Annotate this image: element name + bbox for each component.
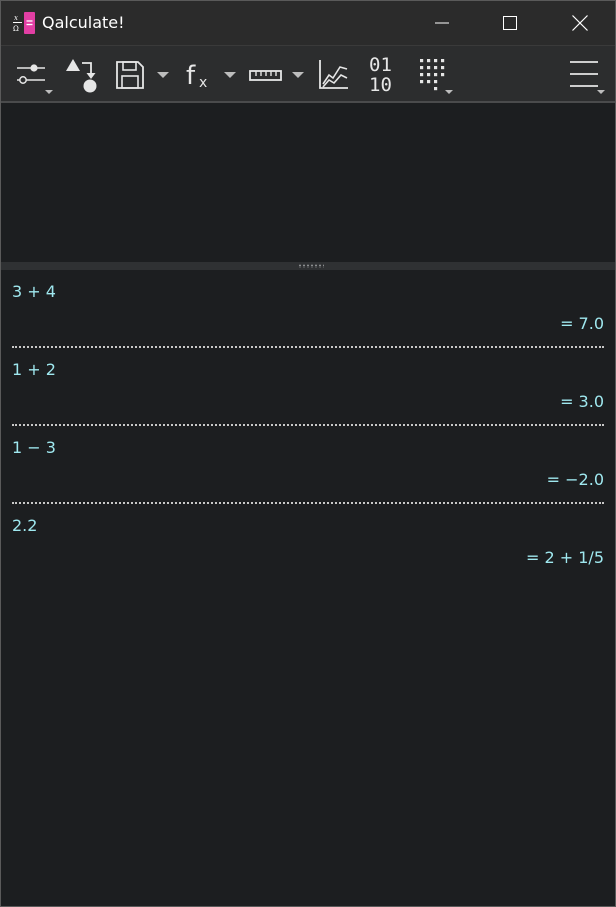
mode-menu-button[interactable] (13, 54, 55, 94)
history-result[interactable]: = 3.0 (560, 392, 604, 412)
qalculate-window: x Ω Qalculate! f x 01 10 3 + 4 = 7.0 1 +… (0, 0, 616, 907)
maximize-button[interactable] (487, 1, 533, 45)
hamburger-menu-icon (570, 61, 605, 94)
title-bar[interactable]: x Ω Qalculate! (1, 1, 615, 45)
history-entry[interactable]: 1 − 3 = −2.0 (1, 426, 615, 504)
history-entry[interactable]: 2.2 = 2 + 1∕5 (1, 504, 615, 582)
units-ruler-icon (249, 70, 304, 81)
svg-text:f: f (186, 61, 196, 91)
svg-text:Ω: Ω (13, 25, 19, 33)
minimize-icon (435, 22, 449, 24)
history-entry[interactable]: 3 + 4 = 7.0 (1, 270, 615, 348)
plot-icon (319, 60, 348, 89)
mode-sliders-icon (17, 64, 53, 94)
close-icon (572, 15, 588, 31)
number-bases-icon: 01 10 (369, 54, 392, 94)
history-result[interactable]: = 7.0 (560, 314, 604, 334)
close-button[interactable] (557, 1, 603, 45)
svg-text:x: x (199, 75, 207, 91)
minimize-button[interactable] (419, 1, 465, 45)
keypad-button[interactable] (417, 54, 457, 94)
pane-splitter[interactable] (1, 262, 615, 270)
history-expression[interactable]: 1 + 2 (12, 360, 56, 380)
splitter-grip-icon (298, 264, 324, 268)
qalculate-app-icon: x Ω (12, 11, 36, 35)
history-result[interactable]: = 2 + 1∕5 (526, 548, 604, 568)
main-menu-button[interactable] (567, 54, 609, 94)
save-icon (116, 61, 169, 89)
history-entry[interactable]: 1 + 2 = 3.0 (1, 348, 615, 426)
number-bases-bottom-label: 10 (369, 74, 392, 94)
functions-menu-button[interactable]: f x (184, 54, 242, 94)
number-bases-top-label: 01 (369, 54, 392, 76)
window-title: Qalculate! (42, 13, 125, 32)
history-list[interactable]: 3 + 4 = 7.0 1 + 2 = 3.0 1 − 3 = −2.0 2.2… (1, 270, 615, 906)
maximize-icon (503, 16, 517, 30)
plot-button[interactable] (317, 54, 351, 94)
convert-button[interactable] (64, 54, 100, 94)
number-bases-button[interactable]: 01 10 (366, 54, 402, 94)
history-expression[interactable]: 3 + 4 (12, 282, 56, 302)
history-expression[interactable]: 2.2 (12, 516, 37, 536)
save-menu-button[interactable] (114, 54, 172, 94)
history-result[interactable]: = −2.0 (547, 470, 604, 490)
svg-text:x: x (14, 14, 18, 22)
expression-area (1, 105, 615, 262)
function-icon: f x (186, 61, 236, 91)
history-expression[interactable]: 1 − 3 (12, 438, 56, 458)
keypad-icon (420, 59, 453, 94)
main-toolbar: f x 01 10 (1, 45, 615, 103)
expression-input[interactable] (1, 105, 615, 262)
convert-icon (66, 59, 97, 93)
units-menu-button[interactable] (248, 54, 310, 94)
